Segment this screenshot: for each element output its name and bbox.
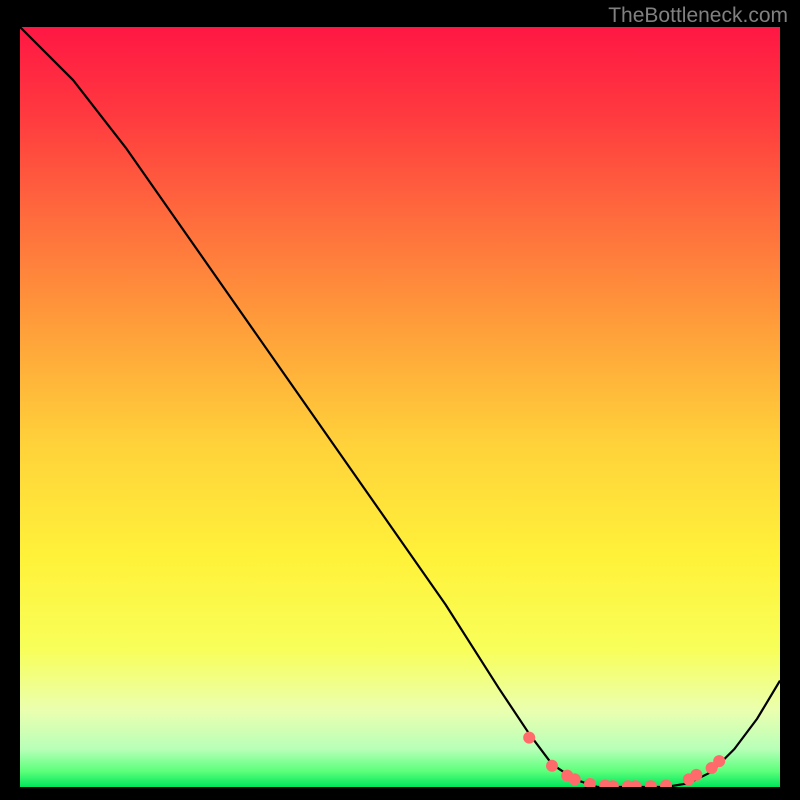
marker-dot bbox=[713, 755, 725, 767]
marker-dot bbox=[523, 732, 535, 744]
chart-svg bbox=[20, 27, 780, 787]
marker-dot bbox=[690, 769, 702, 781]
marker-dot bbox=[546, 760, 558, 772]
chart-background bbox=[20, 27, 780, 787]
marker-dot bbox=[569, 773, 581, 785]
attribution-text: TheBottleneck.com bbox=[608, 4, 788, 28]
chart-plot-area bbox=[20, 27, 780, 787]
